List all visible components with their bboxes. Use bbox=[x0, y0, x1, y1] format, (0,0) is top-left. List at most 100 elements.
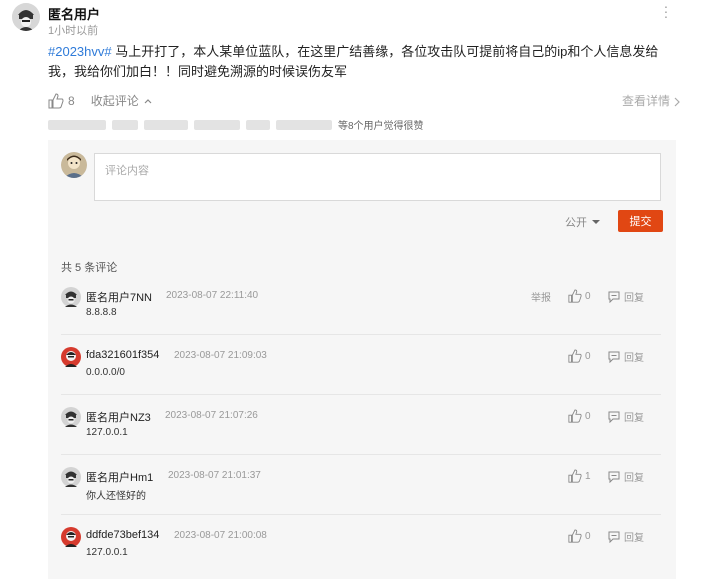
comment-content: 127.0.0.1 bbox=[86, 547, 128, 558]
comment-row: 匿名用户NZ3 2023-08-07 21:07:26 127.0.0.1 0 回复 bbox=[61, 407, 661, 467]
user-avatar-icon bbox=[61, 152, 87, 178]
comment-content: 127.0.0.1 bbox=[86, 427, 128, 438]
reply-label: 回复 bbox=[624, 473, 644, 484]
comment-divider bbox=[61, 394, 661, 395]
commenter-name[interactable]: fda321601f354 bbox=[86, 349, 159, 361]
collapse-comments-button[interactable]: 收起评论 bbox=[91, 92, 153, 109]
likers-summary: 等8个用户觉得很赞 bbox=[338, 121, 424, 132]
view-details-link[interactable]: 查看详情 bbox=[622, 92, 681, 109]
comment-content: 你人还怪好的 bbox=[86, 491, 146, 502]
avatar-icon bbox=[61, 407, 81, 431]
view-details-label: 查看详情 bbox=[622, 94, 671, 108]
comment-like-count: 0 bbox=[585, 350, 591, 362]
avatar-icon bbox=[61, 467, 81, 491]
reply-button[interactable]: 回复 bbox=[608, 529, 644, 544]
comment-row: 匿名用户Hm1 2023-08-07 21:01:37 你人还怪好的 1 回复 bbox=[61, 467, 661, 527]
reply-button[interactable]: 回复 bbox=[608, 469, 644, 484]
comment-content: 8.8.8.8 bbox=[86, 307, 117, 318]
like-button[interactable]: 8 bbox=[48, 92, 75, 109]
reply-label: 回复 bbox=[624, 353, 644, 364]
reply-label: 回复 bbox=[624, 533, 644, 544]
blurred-username bbox=[48, 119, 106, 130]
reply-comment-icon bbox=[608, 531, 620, 543]
comment-like-button[interactable]: 1 bbox=[568, 469, 591, 483]
reply-label: 回复 bbox=[624, 413, 644, 424]
comment-time: 2023-08-07 21:01:37 bbox=[168, 470, 261, 481]
avatar-icon bbox=[61, 287, 81, 311]
chevron-up-icon bbox=[144, 98, 152, 103]
post-body-text: 马上开打了，本人某单位蓝队，在这里广结善缘，各位攻击队可提前将自己的ip和个人信… bbox=[48, 44, 659, 79]
comment-like-count: 0 bbox=[585, 530, 591, 542]
post-content: #2023hvv# 马上开打了，本人某单位蓝队，在这里广结善缘，各位攻击队可提前… bbox=[48, 42, 680, 82]
reply-comment-icon bbox=[608, 471, 620, 483]
thumbs-up-icon bbox=[48, 92, 64, 108]
reply-button[interactable]: 回复 bbox=[608, 409, 644, 424]
comment-like-count: 1 bbox=[585, 470, 591, 482]
blurred-username bbox=[194, 119, 240, 130]
author-avatar[interactable] bbox=[12, 3, 40, 31]
comment-like-button[interactable]: 0 bbox=[568, 529, 591, 543]
anonymous-avatar-icon bbox=[12, 3, 40, 31]
blurred-username bbox=[276, 119, 332, 130]
commenter-avatar[interactable] bbox=[61, 467, 81, 487]
comment-row: 匿名用户7NN 2023-08-07 22:11:40 8.8.8.8 举报 0 回复 bbox=[61, 287, 661, 347]
comment-content: 0.0.0.0/0 bbox=[86, 367, 125, 378]
reply-comment-icon bbox=[608, 411, 620, 423]
thumbs-up-icon bbox=[568, 349, 582, 363]
visibility-label: 公开 bbox=[565, 217, 587, 229]
hashtag-link[interactable]: #2023hvv# bbox=[48, 44, 112, 59]
comment-time: 2023-08-07 21:00:08 bbox=[174, 530, 267, 541]
thumbs-up-icon bbox=[568, 289, 582, 303]
current-user-avatar bbox=[61, 152, 87, 178]
comment-like-count: 0 bbox=[585, 410, 591, 422]
comment-like-button[interactable]: 0 bbox=[568, 409, 591, 423]
blurred-username bbox=[246, 119, 270, 130]
commenter-name[interactable]: ddfde73bef134 bbox=[86, 529, 159, 541]
comment-time: 2023-08-07 21:07:26 bbox=[165, 410, 258, 421]
blurred-username bbox=[112, 119, 138, 130]
author-name[interactable]: 匿名用户 bbox=[48, 4, 100, 23]
comment-divider bbox=[61, 454, 661, 455]
commenter-avatar[interactable] bbox=[61, 407, 81, 427]
comment-like-button[interactable]: 0 bbox=[568, 349, 591, 363]
report-button[interactable]: 举报 bbox=[531, 289, 551, 304]
comment-count: 共 5 条评论 bbox=[61, 262, 118, 274]
likers-row: 等8个用户觉得很赞 bbox=[48, 117, 424, 132]
reply-comment-icon bbox=[608, 351, 620, 363]
thumbs-up-icon bbox=[568, 409, 582, 423]
post-actions: 8 收起评论 bbox=[48, 92, 153, 109]
comment-time: 2023-08-07 21:09:03 bbox=[174, 350, 267, 361]
avatar-icon bbox=[61, 347, 81, 371]
commenter-name[interactable]: 匿名用户Hm1 bbox=[86, 469, 153, 485]
reply-button[interactable]: 回复 bbox=[608, 289, 644, 304]
like-count: 8 bbox=[68, 93, 75, 108]
thumbs-up-icon bbox=[568, 469, 582, 483]
comment-like-button[interactable]: 0 bbox=[568, 289, 591, 303]
comment-row: fda321601f354 2023-08-07 21:09:03 0.0.0.0/… bbox=[61, 347, 661, 407]
commenter-avatar[interactable] bbox=[61, 287, 81, 307]
avatar-icon bbox=[61, 527, 81, 551]
commenter-name[interactable]: 匿名用户NZ3 bbox=[86, 409, 151, 425]
commenter-name[interactable]: 匿名用户7NN bbox=[86, 289, 152, 305]
comment-divider bbox=[61, 514, 661, 515]
comment-input-placeholder: 评论内容 bbox=[105, 165, 149, 177]
comment-row: ddfde73bef134 2023-08-07 21:00:08 127.0.0.… bbox=[61, 527, 661, 587]
post-time: 1小时以前 bbox=[48, 25, 99, 37]
thumbs-up-icon bbox=[568, 529, 582, 543]
visibility-dropdown[interactable]: 公开 bbox=[565, 214, 601, 230]
commenter-avatar[interactable] bbox=[61, 527, 81, 547]
commenter-avatar[interactable] bbox=[61, 347, 81, 367]
chevron-right-icon bbox=[674, 97, 681, 107]
comment-input[interactable]: 评论内容 bbox=[94, 153, 661, 201]
reply-label: 回复 bbox=[624, 293, 644, 304]
blurred-username bbox=[144, 119, 188, 130]
comment-divider bbox=[61, 334, 661, 335]
collapse-comments-label: 收起评论 bbox=[90, 94, 139, 108]
caret-down-icon bbox=[592, 220, 600, 224]
reply-comment-icon bbox=[608, 291, 620, 303]
reply-button[interactable]: 回复 bbox=[608, 349, 644, 364]
more-options-icon[interactable]: · · · bbox=[660, 0, 672, 23]
comment-like-count: 0 bbox=[585, 290, 591, 302]
comment-time: 2023-08-07 22:11:40 bbox=[166, 290, 259, 301]
submit-button[interactable]: 提交 bbox=[618, 210, 663, 232]
